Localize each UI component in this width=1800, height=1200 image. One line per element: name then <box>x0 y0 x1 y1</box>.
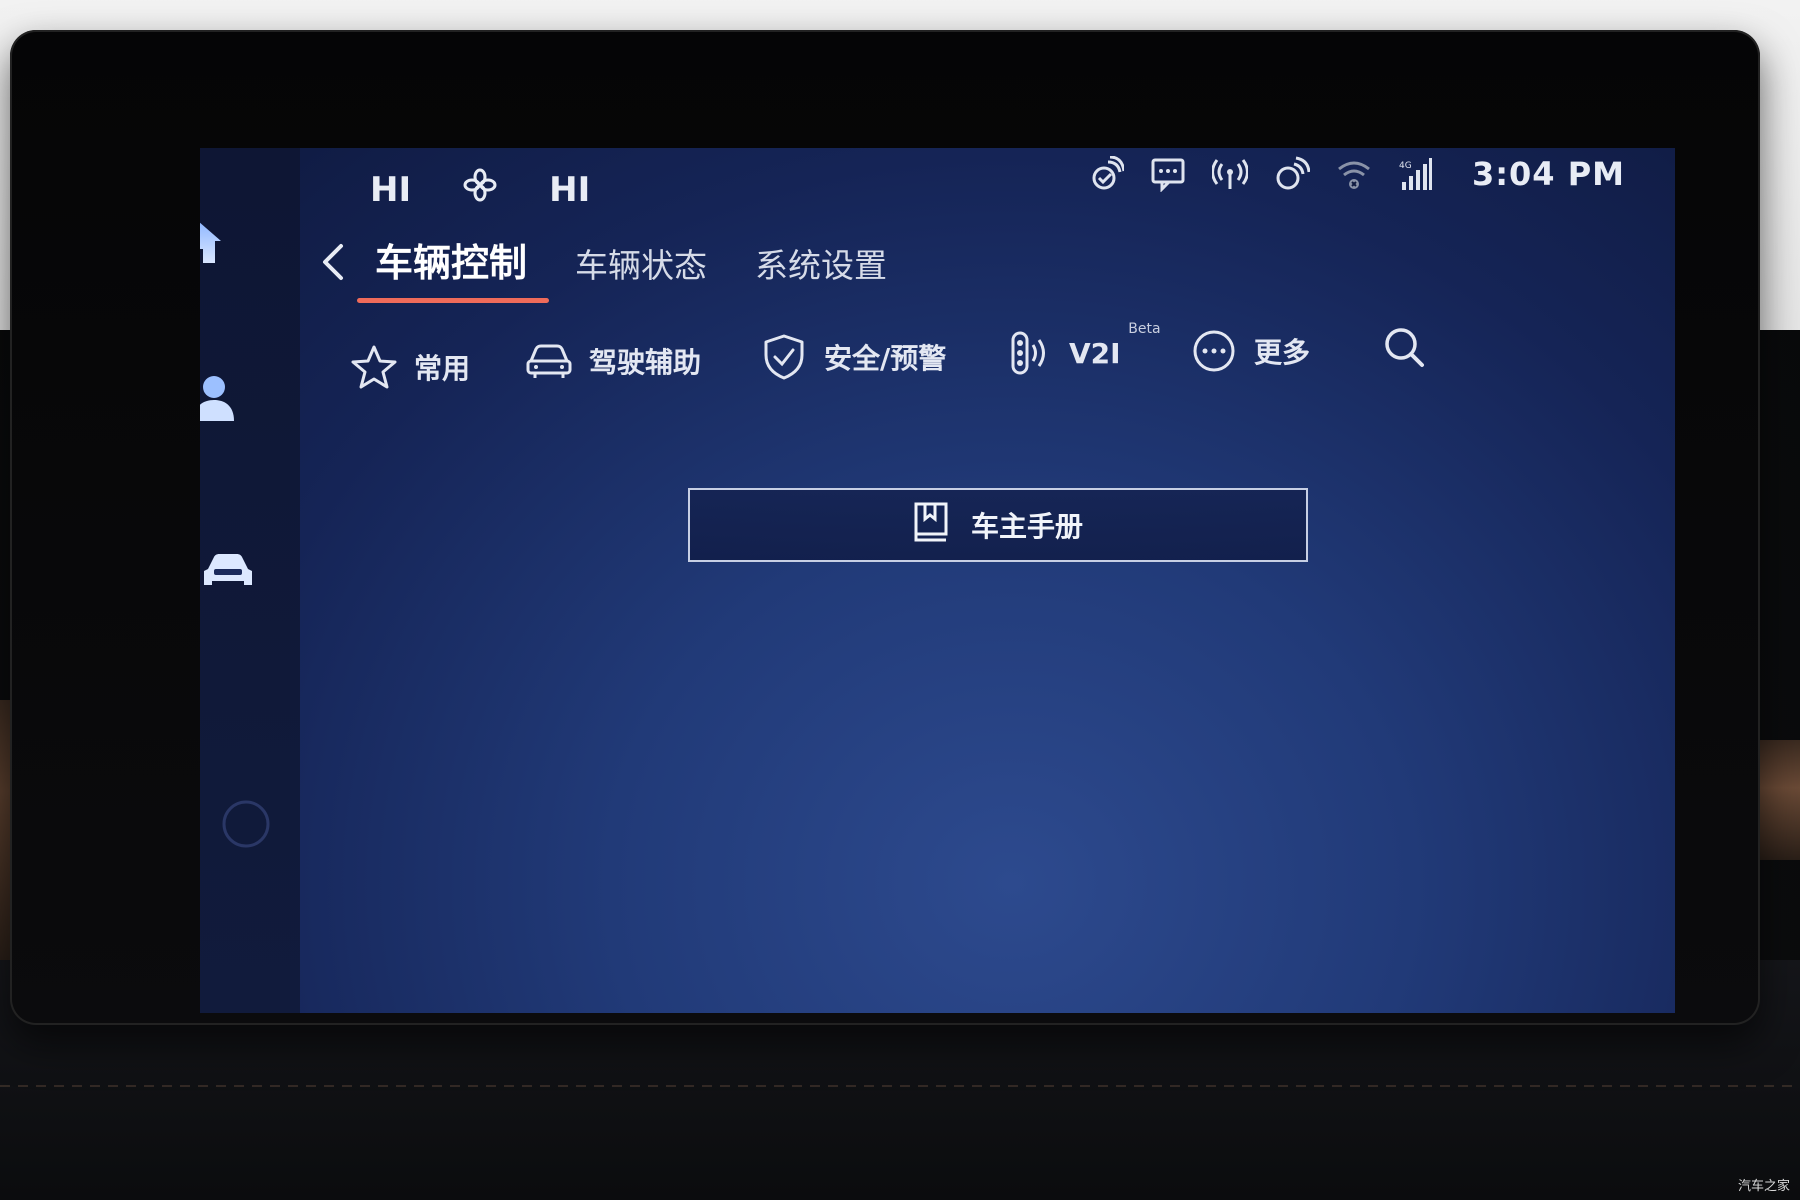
book-icon <box>913 501 949 550</box>
search-icon <box>1380 323 1428 371</box>
search-button[interactable] <box>1380 323 1428 371</box>
subnav-common[interactable]: 常用 <box>350 343 470 391</box>
night-mode-icon[interactable] <box>218 796 274 852</box>
subnav-safety[interactable]: 安全/预警 <box>760 333 946 381</box>
subnav-v2i[interactable]: V2I Beta <box>1005 321 1161 377</box>
status-bar: HI HI 4G 3:04 PM <box>200 148 1675 228</box>
tab-vehicle-status[interactable]: 车辆状态 <box>575 239 707 299</box>
subnav-safety-label: 安全/预警 <box>824 342 947 375</box>
subnav-more[interactable]: 更多 <box>1190 327 1310 375</box>
owner-manual-button[interactable]: 车主手册 <box>688 488 1308 562</box>
profile-icon[interactable] <box>200 370 242 426</box>
shield-check-icon <box>760 333 808 381</box>
right-temperature[interactable]: HI <box>549 170 590 210</box>
subnav-driving-assist-label: 驾驶辅助 <box>589 346 702 379</box>
owner-manual-label: 车主手册 <box>970 510 1083 543</box>
infotainment-screen: HI HI 4G 3:04 PM 车辆控制 车辆状态 系统设置 常用 驾驶辅助 … <box>200 148 1675 1013</box>
chevron-left-icon <box>323 244 343 280</box>
connected-services-icon <box>1086 154 1126 194</box>
photo-scene: HI HI 4G 3:04 PM 车辆控制 车辆状态 系统设置 常用 驾驶辅助 … <box>0 0 1800 1200</box>
svg-text:4G: 4G <box>1399 161 1412 171</box>
watermark: 汽车之家 <box>1737 1179 1790 1194</box>
subnav-driving-assist[interactable]: 驾驶辅助 <box>525 337 701 385</box>
car-icon <box>525 337 573 385</box>
subnav-v2i-text: V2I Beta <box>1069 321 1161 370</box>
tab-vehicle-control[interactable]: 车辆控制 <box>356 232 550 303</box>
subnav-common-label: 常用 <box>414 352 471 385</box>
traffic-light-icon <box>1005 329 1053 377</box>
sidebar <box>200 148 300 1013</box>
star-icon <box>350 343 398 391</box>
subnav-v2i-label: V2I <box>1069 336 1121 370</box>
climate-bar: HI HI <box>370 168 590 211</box>
left-temperature[interactable]: HI <box>370 170 411 210</box>
sub-navigation: 常用 驾驶辅助 安全/预警 V2I Beta 更多 <box>350 321 1650 403</box>
vehicle-icon[interactable] <box>200 543 256 599</box>
clock: 3:04 PM <box>1471 155 1625 193</box>
tab-system-settings[interactable]: 系统设置 <box>755 239 887 299</box>
beta-badge: Beta <box>1128 320 1161 337</box>
subnav-more-label: 更多 <box>1254 336 1311 369</box>
broadcast-icon <box>1210 154 1250 194</box>
display-bezel: HI HI 4G 3:04 PM 车辆控制 车辆状态 系统设置 常用 驾驶辅助 … <box>10 30 1760 1025</box>
message-icon <box>1148 154 1188 194</box>
fan-icon[interactable] <box>463 168 497 211</box>
wifi-disconnected-icon <box>1334 154 1374 194</box>
dashboard-stitching <box>0 1085 1800 1087</box>
status-icons: 4G 3:04 PM <box>1086 154 1625 194</box>
4g-signal-icon: 4G <box>1396 154 1436 194</box>
satellite-icon <box>1272 154 1312 194</box>
back-button[interactable] <box>312 240 356 284</box>
more-icon <box>1190 327 1238 375</box>
tab-bar: 车辆控制 车辆状态 系统设置 <box>356 232 887 303</box>
